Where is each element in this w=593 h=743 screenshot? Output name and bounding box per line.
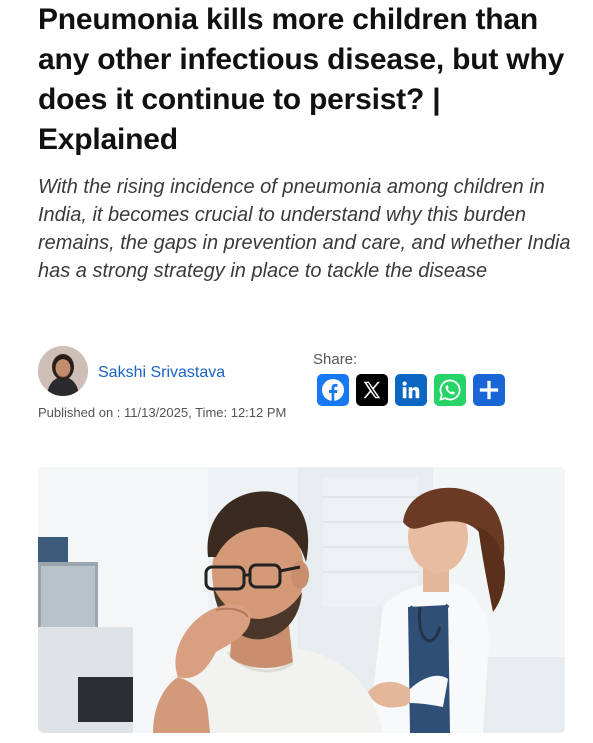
linkedin-share-button[interactable] bbox=[395, 374, 427, 406]
share-label: Share: bbox=[313, 351, 358, 368]
author-name-link[interactable]: Sakshi Srivastava bbox=[98, 364, 225, 382]
article-hero-image bbox=[38, 467, 565, 733]
hero-photo-patient-doctor bbox=[38, 467, 565, 733]
plus-share-icon bbox=[479, 380, 499, 400]
facebook-share-button[interactable] bbox=[317, 374, 349, 406]
share-buttons bbox=[317, 374, 505, 406]
article-subheadline: With the rising incidence of pneumonia a… bbox=[38, 176, 571, 282]
x-icon bbox=[363, 381, 381, 399]
published-datetime: Published on : 11/13/2025, Time: 12:12 P… bbox=[38, 405, 287, 420]
more-share-button[interactable] bbox=[473, 374, 505, 406]
avatar-photo bbox=[38, 346, 88, 396]
linkedin-icon bbox=[402, 381, 420, 399]
facebook-icon bbox=[322, 379, 344, 401]
whatsapp-share-button[interactable] bbox=[434, 374, 466, 406]
article-headline: Pneumonia kills more children than any o… bbox=[38, 3, 565, 156]
x-share-button[interactable] bbox=[356, 374, 388, 406]
author-avatar[interactable] bbox=[38, 346, 88, 396]
whatsapp-icon bbox=[439, 379, 461, 401]
